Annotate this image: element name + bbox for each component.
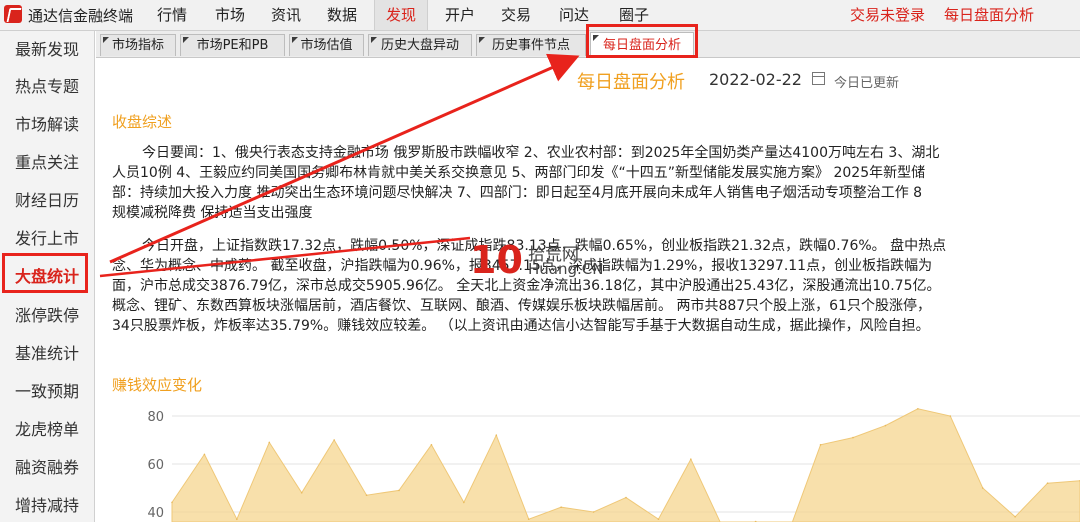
data-point [463, 501, 465, 504]
sidebar-item[interactable]: 一致预期 [0, 373, 94, 411]
data-point [884, 424, 887, 427]
data-point [365, 494, 368, 496]
summary-title: 收盘综述 [112, 113, 173, 131]
tab[interactable]: 市场估值 [289, 34, 364, 56]
tab[interactable]: 历史大盘异动 [368, 34, 472, 56]
sidebar-item[interactable]: 涨停跌停 [0, 297, 94, 335]
news-line: 人员10例 4、王毅应约同美国国务卿布林肯就中美关系交换意见 5、两部门印发《“… [112, 165, 926, 181]
watermark-number: 10 [470, 238, 523, 282]
sidebar-item[interactable]: 最新发现 [0, 31, 94, 69]
watermark-logo: 10 拾荒网 Huang.CN [470, 238, 620, 288]
tab-label: 历史事件节点 [491, 38, 570, 53]
tab-highlight-box [586, 24, 698, 58]
data-point [819, 444, 822, 446]
sidebar-highlight-box [2, 253, 88, 293]
sidebar-item[interactable]: 增持减持 [0, 487, 94, 525]
tab[interactable]: 市场指标 [100, 34, 176, 56]
sidebar-item[interactable]: 重点关注 [0, 144, 94, 182]
data-point [495, 434, 498, 436]
menu-item[interactable]: 市场 [204, 0, 256, 30]
data-point [430, 444, 433, 446]
tab-label: 市场指标 [111, 38, 164, 53]
top-menu-bar: 通达信金融终端 行情 市场 资讯 数据 发现 开户 交易 问达 圈子 交易未登录 每日盘面分析 [0, 0, 1080, 31]
data-point [592, 511, 595, 513]
sidebar-item[interactable]: 融资融券 [0, 449, 94, 487]
tab[interactable]: 历史事件节点 [476, 34, 586, 56]
effect-chart-title: 赚钱效应变化 [112, 376, 203, 394]
news-line: 部：持续加大投入力度 推动突出生态环境问题尽快解决 7、四部门：即日起至4月底开… [112, 185, 923, 201]
y-tick-label: 40 [147, 506, 164, 521]
menu-item[interactable]: 开户 [434, 0, 486, 30]
data-point [268, 441, 271, 444]
y-tick-label: 80 [147, 410, 164, 425]
effect-area-chart: 80 60 40 [147, 408, 1080, 522]
data-point [171, 501, 173, 504]
menu-item[interactable]: 发现 [374, 0, 428, 30]
data-point [949, 415, 952, 417]
sidebar-item[interactable]: 基准统计 [0, 335, 94, 373]
effect-area-series [171, 408, 1080, 522]
data-point [917, 408, 919, 410]
sidebar-item[interactable]: 热点专题 [0, 68, 94, 106]
page-date: 2022-02-22 [709, 70, 802, 89]
tab-corner-icon [292, 37, 298, 43]
news-line: 规模减税降费 保持适当支出强度 [112, 205, 313, 221]
news-line: 今日要闻：1、俄央行表态支持金融市场 俄罗斯股市跌幅收窄 2、农业农村部：到20… [142, 145, 940, 161]
data-point [625, 496, 627, 499]
calendar-icon[interactable] [812, 72, 825, 85]
data-point [1046, 482, 1049, 484]
tab-corner-icon [479, 37, 485, 43]
data-point [236, 518, 238, 520]
data-point [690, 458, 692, 460]
tab[interactable]: 市场PE和PB [180, 34, 285, 56]
market-line: 概念、锂矿、东数西算板块涨幅居前，酒店餐饮、互联网、酿酒、传媒娱乐板块跌幅居前。… [112, 298, 931, 314]
login-status-link[interactable]: 交易未登录 [850, 0, 925, 30]
data-point [300, 492, 303, 494]
data-point [398, 489, 400, 492]
menu-item[interactable]: 行情 [146, 0, 198, 30]
watermark-en: Huang.CN [528, 260, 604, 278]
app-logo-icon [4, 5, 22, 23]
menu-item[interactable]: 交易 [490, 0, 542, 30]
sidebar-item[interactable]: 财经日历 [0, 182, 94, 220]
tab-label: 市场PE和PB [196, 38, 269, 53]
summary-news-paragraph: 今日要闻：1、俄央行表态支持金融市场 俄罗斯股市跌幅收窄 2、农业农村部：到20… [112, 143, 1080, 223]
data-point [657, 518, 660, 520]
data-point [981, 487, 984, 489]
tab-label: 市场估值 [300, 38, 353, 53]
data-point [560, 506, 562, 508]
data-point [1014, 516, 1016, 518]
update-status: 今日已更新 [834, 76, 900, 91]
tab-corner-icon [183, 37, 189, 43]
market-line: 34只股票炸板，炸板率达35.79%。赚钱效应较差。 （以上资讯由通达信小达智能… [112, 318, 930, 334]
sidebar-item[interactable]: 市场解读 [0, 106, 94, 144]
tab-corner-icon [103, 37, 109, 43]
menu-item[interactable]: 数据 [316, 0, 368, 30]
page-title: 每日盘面分析 [577, 72, 685, 93]
tab-label: 历史大盘异动 [380, 38, 459, 53]
app-title: 通达信金融终端 [28, 7, 134, 25]
daily-analysis-link[interactable]: 每日盘面分析 [944, 0, 1034, 30]
sidebar-item[interactable]: 龙虎榜单 [0, 411, 94, 449]
menu-item[interactable]: 资讯 [260, 0, 312, 30]
data-point [852, 436, 854, 439]
data-point [203, 453, 206, 456]
data-point [527, 518, 530, 520]
tab-corner-icon [371, 37, 377, 43]
y-tick-label: 60 [147, 458, 164, 473]
data-point [333, 439, 335, 441]
